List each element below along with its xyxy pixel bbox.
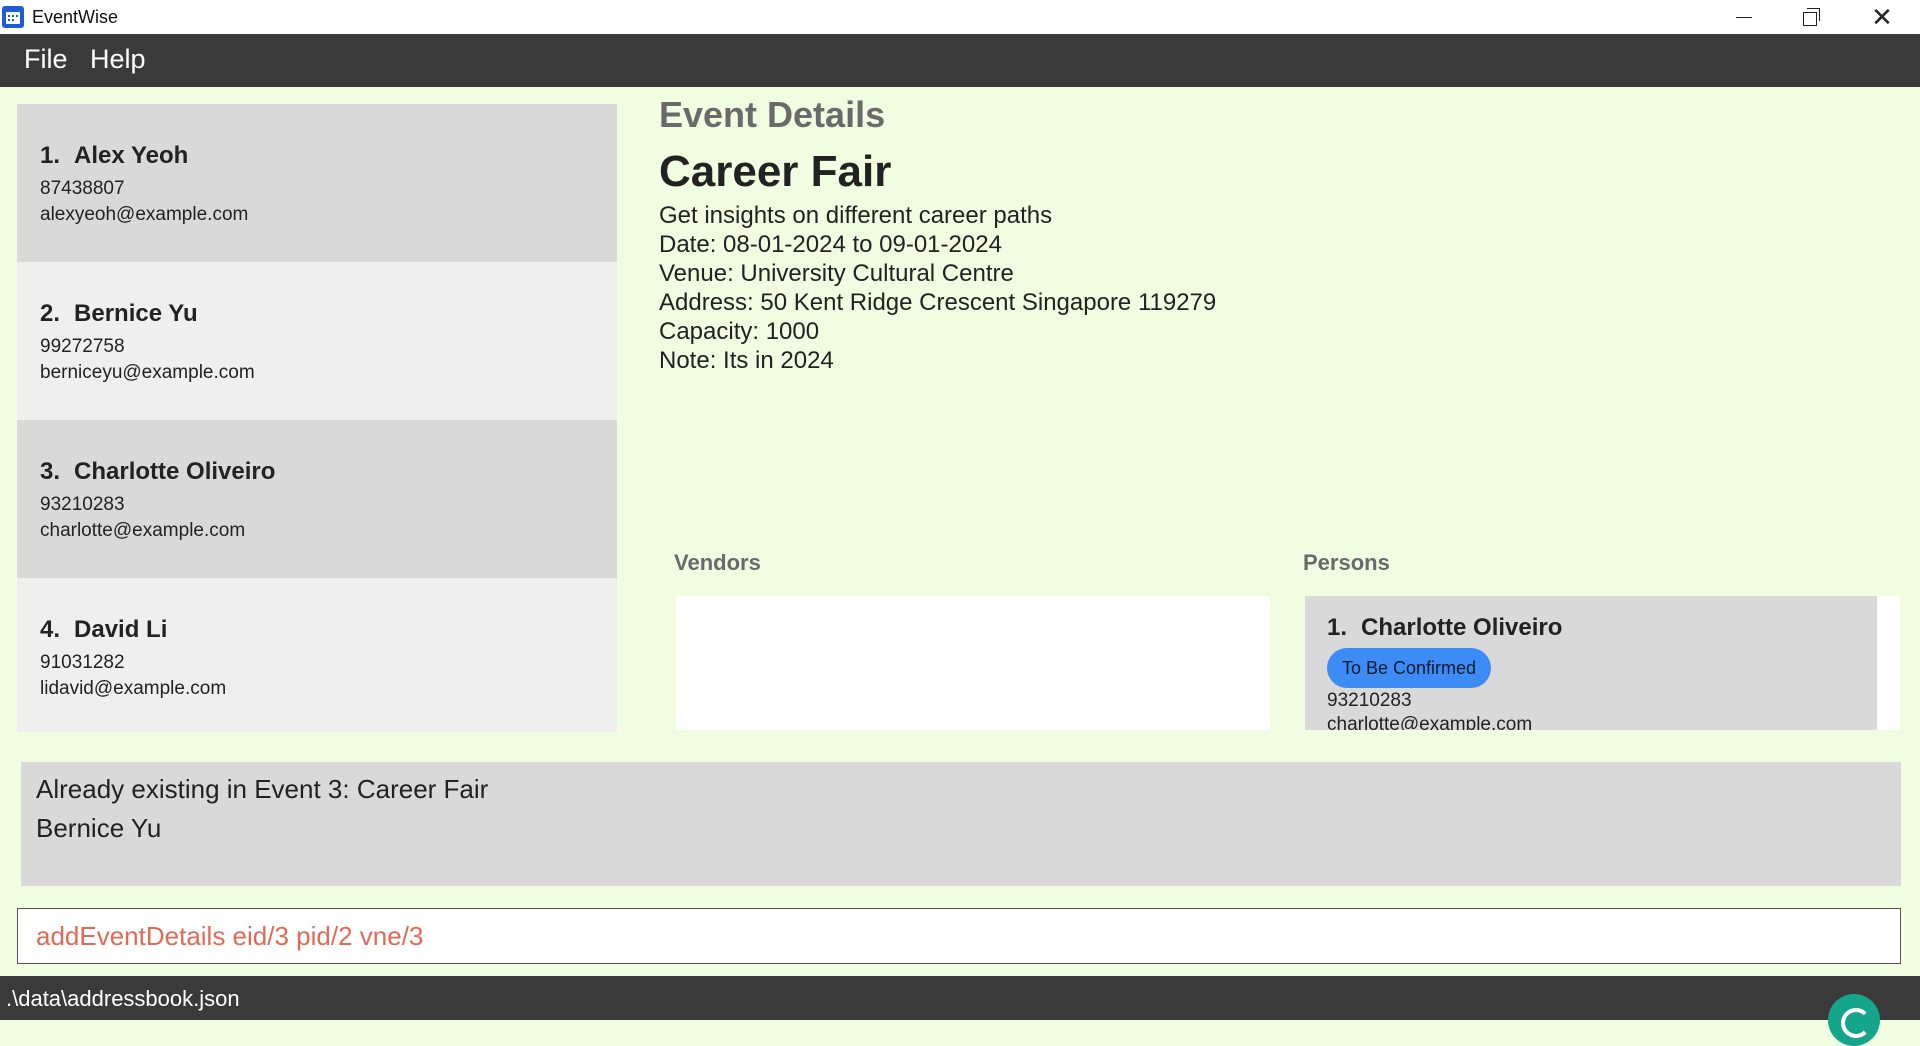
- save-file-path: .\data\addressbook.json: [6, 986, 240, 1011]
- event-person-phone: 93210283: [1327, 690, 1412, 711]
- person-card[interactable]: 3. Charlotte Oliveiro 93210283 charlotte@…: [17, 420, 617, 578]
- person-name-text: David Li: [74, 616, 168, 643]
- result-message-line-1: Already existing in Event 3: Career Fair: [36, 774, 489, 804]
- person-phone: 91031282: [40, 652, 125, 673]
- event-person-email: charlotte@example.com: [1327, 714, 1533, 730]
- person-phone: 93210283: [40, 494, 125, 515]
- grammarly-icon[interactable]: [1828, 994, 1880, 1046]
- result-display: Already existing in Event 3: Career Fair…: [21, 762, 1901, 886]
- window-title: EventWise: [32, 7, 119, 27]
- event-venue: Venue: University Cultural Centre: [659, 260, 1014, 287]
- menu-file[interactable]: File: [24, 44, 68, 75]
- command-input-text: addEventDetails eid/3 pid/2 vne/3: [36, 921, 424, 951]
- vendors-label: Vendors: [674, 550, 761, 575]
- menu-bar: File Help: [0, 34, 1920, 87]
- close-icon: ✕: [1871, 2, 1893, 32]
- menu-help[interactable]: Help: [90, 44, 146, 75]
- title-bar: EventWise ✕: [0, 0, 1920, 34]
- event-description: Get insights on different career paths: [659, 202, 1053, 229]
- person-card[interactable]: 2. Bernice Yu 99272758 berniceyu@example.…: [17, 262, 617, 420]
- person-card[interactable]: 1. Alex Yeoh 87438807 alexyeoh@example.co…: [17, 104, 617, 262]
- person-index: 3.: [40, 458, 61, 485]
- person-name: 2. Bernice Yu: [40, 300, 198, 328]
- event-note: Note: Its in 2024: [659, 347, 834, 374]
- person-name-text: Alex Yeoh: [74, 142, 189, 169]
- event-name: Career Fair: [659, 147, 892, 196]
- status-bar: .\data\addressbook.json: [0, 976, 1920, 1020]
- person-email: berniceyu@example.com: [40, 362, 255, 383]
- person-email: charlotte@example.com: [40, 520, 246, 541]
- person-name-text: Bernice Yu: [74, 300, 198, 327]
- event-persons-list[interactable]: 1. Charlotte Oliveiro To Be Confirmed 932…: [1305, 596, 1900, 730]
- person-list[interactable]: 1. Alex Yeoh 87438807 alexyeoh@example.co…: [17, 104, 617, 732]
- event-date: Date: 08-01-2024 to 09-01-2024: [659, 231, 1002, 258]
- person-name: 3. Charlotte Oliveiro: [40, 458, 275, 486]
- person-name-text: Charlotte Oliveiro: [74, 458, 276, 485]
- person-email: alexyeoh@example.com: [40, 204, 249, 225]
- event-details-heading: Event Details: [659, 94, 886, 135]
- event-address: Address: 50 Kent Ridge Crescent Singapor…: [659, 289, 1217, 316]
- person-phone: 87438807: [40, 178, 125, 199]
- restore-icon: [1803, 8, 1820, 26]
- status-badge: To Be Confirmed: [1327, 648, 1492, 688]
- event-person-index: 1.: [1327, 614, 1348, 641]
- event-person-card[interactable]: 1. Charlotte Oliveiro To Be Confirmed 932…: [1305, 596, 1877, 730]
- minimize-icon: [1736, 16, 1752, 18]
- person-name: 4. David Li: [40, 616, 167, 644]
- person-index: 2.: [40, 300, 61, 327]
- person-name: 1. Alex Yeoh: [40, 142, 188, 170]
- event-person-name: 1. Charlotte Oliveiro: [1327, 614, 1562, 642]
- person-email: lidavid@example.com: [40, 678, 227, 699]
- person-card[interactable]: 4. David Li 91031282 lidavid@example.com: [17, 578, 617, 732]
- person-index: 1.: [40, 142, 61, 169]
- close-button[interactable]: ✕: [1852, 0, 1912, 34]
- person-phone: 99272758: [40, 336, 125, 357]
- event-person-name-text: Charlotte Oliveiro: [1361, 614, 1563, 641]
- event-vendors-list[interactable]: [676, 596, 1270, 730]
- minimize-button[interactable]: [1714, 0, 1774, 34]
- person-index: 4.: [40, 616, 61, 643]
- event-capacity: Capacity: 1000: [659, 318, 820, 345]
- persons-label: Persons: [1303, 550, 1390, 575]
- restore-button[interactable]: [1782, 0, 1842, 34]
- command-input[interactable]: addEventDetails eid/3 pid/2 vne/3: [17, 908, 1901, 964]
- result-message-line-2: Bernice Yu: [36, 813, 162, 843]
- calendar-icon: [2, 6, 24, 28]
